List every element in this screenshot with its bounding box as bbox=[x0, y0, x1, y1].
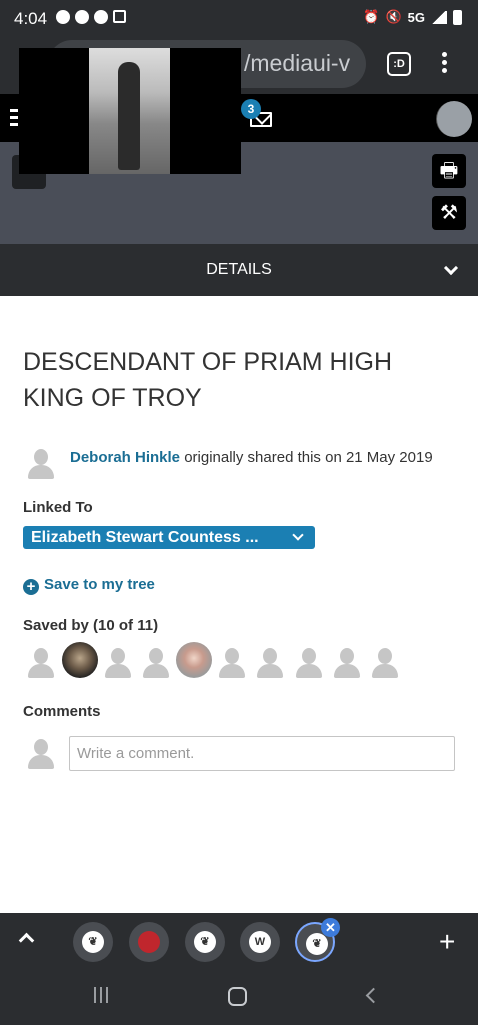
wikipedia-icon: W bbox=[249, 931, 271, 953]
shared-text: originally shared this on 21 May 2019 bbox=[180, 449, 433, 466]
print-icon: 🖶 bbox=[439, 160, 459, 182]
mute-icon: 🔇 bbox=[385, 9, 402, 24]
shared-info: Deborah Hinkle originally shared this on… bbox=[70, 449, 433, 466]
tools-icon: ⚒ bbox=[440, 202, 458, 224]
plus-circle-icon: + bbox=[23, 579, 39, 595]
saver-avatar[interactable] bbox=[142, 648, 170, 678]
saver-avatar[interactable] bbox=[371, 648, 399, 678]
app-logo-icon bbox=[138, 931, 160, 953]
tab-strip bbox=[0, 913, 478, 969]
chevron-down-icon bbox=[292, 529, 304, 541]
page-title: DESCENDANT OF PRIAM HIGH KING OF TROY bbox=[23, 348, 393, 412]
details-toggle[interactable]: DETAILS bbox=[0, 244, 478, 296]
alarm-icon: ⏰ bbox=[363, 9, 380, 24]
tab-thumbnail[interactable]: ❦ bbox=[73, 922, 113, 962]
linked-to-label: Linked To bbox=[23, 499, 93, 516]
saver-avatar[interactable] bbox=[256, 648, 284, 678]
comments-label: Comments bbox=[23, 703, 101, 720]
saved-by-avatars bbox=[23, 642, 453, 680]
saver-avatar[interactable] bbox=[218, 648, 246, 678]
tab-thumbnail[interactable] bbox=[129, 922, 169, 962]
menu-dot bbox=[441, 60, 447, 65]
message-count-badge: 3 bbox=[241, 99, 261, 119]
tab-thumbnail[interactable]: W bbox=[240, 922, 280, 962]
tabs-button[interactable]: :D bbox=[387, 52, 411, 76]
saver-avatar[interactable] bbox=[295, 648, 323, 678]
home-icon[interactable] bbox=[228, 987, 247, 1006]
ancestry-leaf-icon: ❦ bbox=[82, 931, 104, 953]
linked-person-name: Elizabeth Stewart Countess ... bbox=[31, 529, 259, 546]
network-type: 5G bbox=[407, 9, 425, 25]
sync-icon bbox=[75, 10, 89, 24]
notification-icons bbox=[56, 10, 126, 24]
saver-avatar[interactable] bbox=[27, 648, 55, 678]
save-to-tree-label: Save to my tree bbox=[44, 576, 155, 593]
signal-icon bbox=[431, 10, 447, 24]
status-bar: 4:04 ⏰ 🔇 5G bbox=[0, 0, 478, 38]
saver-avatar[interactable] bbox=[62, 642, 98, 678]
reddit-icon bbox=[94, 10, 108, 24]
sharer-name-link[interactable]: Deborah Hinkle bbox=[70, 449, 180, 466]
menu-dot bbox=[441, 68, 447, 73]
saver-avatar[interactable] bbox=[176, 642, 212, 678]
commenter-avatar bbox=[27, 739, 55, 769]
status-time: 4:04 bbox=[14, 9, 48, 28]
recents-icon[interactable] bbox=[94, 987, 112, 1005]
add-tab-icon[interactable]: + bbox=[439, 928, 455, 956]
url-text: /mediaui-v bbox=[244, 50, 351, 76]
browser-menu-button[interactable] bbox=[440, 52, 448, 76]
system-icons: ⏰ 🔇 5G bbox=[363, 9, 462, 25]
battery-icon bbox=[453, 9, 462, 25]
menu-dot bbox=[441, 52, 447, 57]
ancestry-leaf-icon: ❦ bbox=[306, 933, 328, 955]
comment-input[interactable] bbox=[69, 736, 455, 771]
saver-avatar[interactable] bbox=[104, 648, 132, 678]
photo-figure bbox=[118, 62, 140, 170]
ancestry-leaf-icon: ❦ bbox=[194, 931, 216, 953]
account-icon bbox=[56, 10, 70, 24]
close-tab-icon[interactable]: ✕ bbox=[321, 918, 340, 937]
sharer-avatar bbox=[27, 449, 55, 479]
app-icon bbox=[113, 10, 126, 23]
saved-by-label: Saved by (10 of 11) bbox=[23, 617, 159, 634]
tools-button[interactable]: ⚒ bbox=[432, 196, 466, 230]
save-to-tree-button[interactable]: + Save to my tree bbox=[23, 576, 155, 595]
details-label: DETAILS bbox=[206, 261, 272, 278]
hamburger-menu-icon[interactable] bbox=[10, 109, 18, 127]
linked-person-dropdown[interactable]: Elizabeth Stewart Countess ... bbox=[23, 526, 315, 549]
user-avatar[interactable] bbox=[436, 101, 472, 137]
print-button[interactable]: 🖶 bbox=[432, 154, 466, 188]
tab-thumbnail[interactable]: ❦ bbox=[185, 922, 225, 962]
saver-avatar[interactable] bbox=[333, 648, 361, 678]
